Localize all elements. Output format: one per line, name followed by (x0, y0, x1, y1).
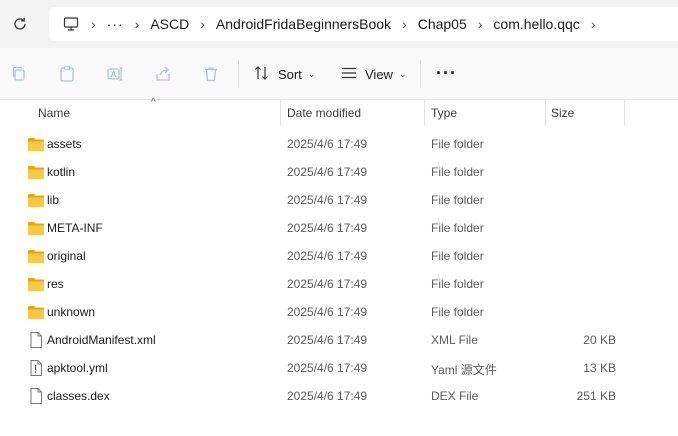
file-row[interactable]: classes.dex 2025/4/6 17:49 DEX File 251 … (0, 382, 678, 410)
share-icon[interactable] (153, 64, 173, 84)
chevron-right-icon[interactable]: › (591, 16, 596, 32)
chevron-right-icon[interactable]: › (91, 16, 96, 32)
folder-icon (27, 304, 45, 320)
file-icon (27, 332, 45, 348)
rename-icon[interactable] (105, 64, 125, 84)
sort-label: Sort (278, 66, 302, 82)
column-resize-handle[interactable] (624, 100, 625, 126)
file-name: AndroidManifest.xml (47, 333, 156, 347)
column-header-type[interactable]: Type (431, 106, 457, 120)
file-date: 2025/4/6 17:49 (287, 389, 368, 403)
file-date: 2025/4/6 17:49 (287, 249, 368, 263)
file-name: unknown (47, 305, 96, 319)
file-name: res (47, 277, 64, 291)
view-label: View (365, 66, 393, 82)
file-name: classes.dex (47, 389, 110, 403)
file-type: File folder (431, 165, 484, 179)
file-size: 251 KB (576, 389, 616, 403)
file-name: assets (47, 137, 82, 151)
view-button[interactable]: View ⌄ (341, 62, 407, 86)
copy-icon[interactable] (9, 64, 29, 84)
file-size: 13 KB (583, 361, 616, 375)
folder-icon (27, 136, 45, 152)
sort-button[interactable]: Sort ⌄ (254, 62, 315, 86)
file-date: 2025/4/6 17:49 (287, 165, 368, 179)
sort-ascending-icon: ^ (151, 97, 156, 108)
file-row[interactable]: lib 2025/4/6 17:49 File folder (0, 186, 678, 214)
column-resize-handle[interactable] (424, 100, 425, 126)
file-type: File folder (431, 193, 484, 207)
file-name: kotlin (47, 165, 76, 179)
command-bar: Sort ⌄ View ⌄ ··· (0, 48, 678, 100)
address-bar-area: › ··· › ASCD › AndroidFridaBeginnersBook… (0, 0, 678, 48)
view-icon (341, 65, 357, 84)
chevron-down-icon: ⌄ (398, 68, 407, 79)
file-size: 20 KB (583, 333, 616, 347)
breadcrumb-item-current[interactable]: com.hello.qqc (493, 16, 579, 32)
file-date: 2025/4/6 17:49 (287, 193, 368, 207)
yaml-file-icon (27, 360, 45, 376)
file-row[interactable]: res 2025/4/6 17:49 File folder (0, 270, 678, 298)
file-row[interactable]: kotlin 2025/4/6 17:49 File folder (0, 158, 678, 186)
file-date: 2025/4/6 17:49 (287, 137, 368, 151)
paste-icon[interactable] (57, 64, 77, 84)
file-date: 2025/4/6 17:49 (287, 277, 368, 291)
breadcrumb-item-book[interactable]: AndroidFridaBeginnersBook (216, 16, 391, 32)
folder-icon (27, 192, 45, 208)
file-name: apktool.yml (47, 361, 108, 375)
folder-icon (27, 248, 45, 264)
delete-icon[interactable] (201, 64, 221, 84)
breadcrumb-item-chap05[interactable]: Chap05 (418, 16, 467, 32)
file-row[interactable]: AndroidManifest.xml 2025/4/6 17:49 XML F… (0, 326, 678, 354)
file-type: File folder (431, 249, 484, 263)
column-resize-handle[interactable] (280, 100, 281, 126)
file-name: original (47, 249, 86, 263)
file-name: lib (47, 193, 60, 207)
file-row[interactable]: assets 2025/4/6 17:49 File folder (0, 130, 678, 158)
folder-icon (27, 220, 45, 236)
file-type: File folder (431, 137, 484, 151)
folder-icon (27, 276, 45, 292)
folder-icon (27, 164, 45, 180)
file-type: File folder (431, 277, 484, 291)
file-row[interactable]: META-INF 2025/4/6 17:49 File folder (0, 214, 678, 242)
this-pc-icon[interactable] (62, 15, 80, 33)
chevron-down-icon: ⌄ (307, 68, 316, 79)
file-type: Yaml 源文件 (431, 363, 497, 377)
file-date: 2025/4/6 17:49 (287, 333, 368, 347)
column-header-name[interactable]: Name (38, 106, 70, 120)
file-type: DEX File (431, 389, 479, 403)
refresh-icon[interactable] (9, 13, 31, 35)
file-type: XML File (431, 333, 478, 347)
file-name: META-INF (47, 221, 103, 235)
file-date: 2025/4/6 17:49 (287, 305, 368, 319)
file-row[interactable]: apktool.yml 2025/4/6 17:49 Yaml 源文件 13 K… (0, 354, 678, 382)
breadcrumb-item-ascd[interactable]: ASCD (150, 16, 189, 32)
breadcrumb-overflow[interactable]: ··· (107, 16, 124, 32)
chevron-right-icon[interactable]: › (402, 16, 407, 32)
file-row[interactable]: unknown 2025/4/6 17:49 File folder (0, 298, 678, 326)
file-date: 2025/4/6 17:49 (287, 361, 368, 375)
chevron-right-icon[interactable]: › (135, 16, 140, 32)
sort-icon (254, 65, 270, 84)
column-resize-handle[interactable] (545, 100, 546, 126)
file-row[interactable]: original 2025/4/6 17:49 File folder (0, 242, 678, 270)
toolbar-divider (420, 60, 421, 88)
chevron-right-icon[interactable]: › (200, 16, 205, 32)
more-options-button[interactable]: ··· (436, 64, 457, 82)
column-header-row: ^ Name Date modified Type Size (0, 97, 678, 126)
breadcrumb[interactable]: › ··· › ASCD › AndroidFridaBeginnersBook… (49, 7, 678, 41)
column-header-date[interactable]: Date modified (287, 106, 361, 120)
file-date: 2025/4/6 17:49 (287, 221, 368, 235)
toolbar-divider (238, 60, 239, 88)
chevron-right-icon[interactable]: › (478, 16, 483, 32)
file-type: File folder (431, 221, 484, 235)
file-icon (27, 388, 45, 404)
column-header-size[interactable]: Size (551, 106, 574, 120)
file-type: File folder (431, 305, 484, 319)
